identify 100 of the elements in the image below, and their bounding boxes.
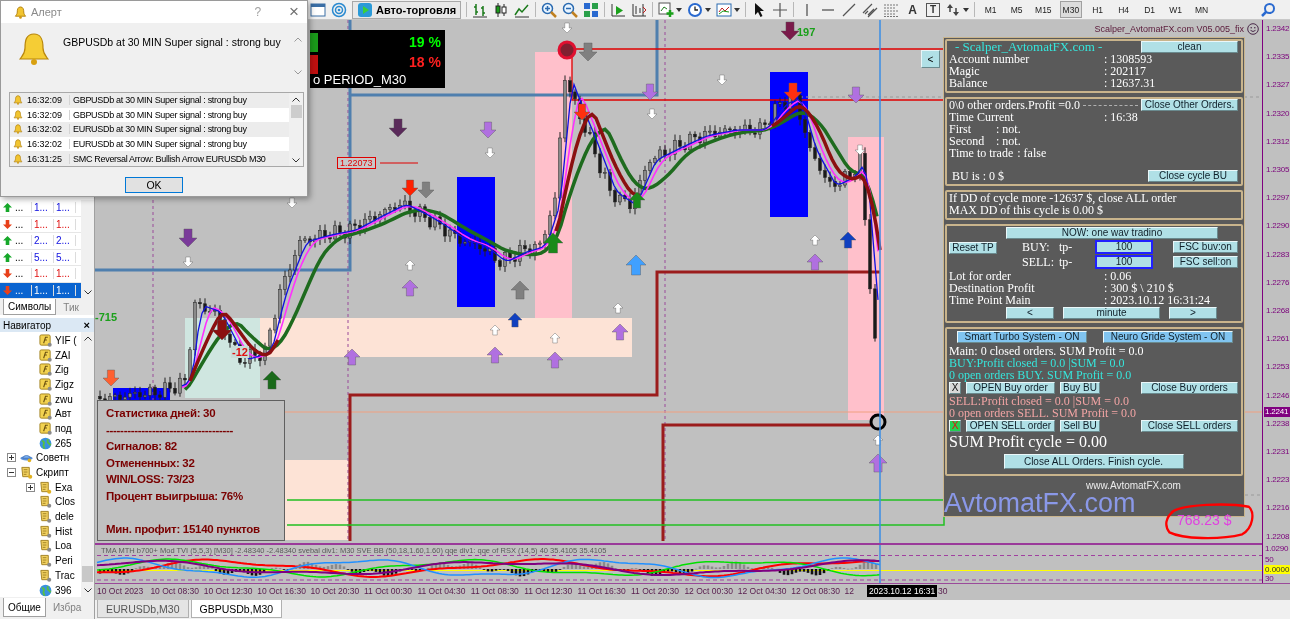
alert-row[interactable]: 16:32:09 GBPUSDb at 30 MIN Super signal : strong buy — [10, 93, 289, 108]
tree-item[interactable]: Trac — [55, 569, 75, 581]
close-orders-button[interactable]: Close SELL orders — [1141, 420, 1238, 432]
autoscroll-icon[interactable] — [610, 1, 627, 18]
tree-item[interactable]: 265 — [55, 437, 72, 449]
alert-row[interactable]: 16:32:02 EURUSDb at 30 MIN Super signal : strong buy — [10, 122, 289, 137]
input-field[interactable]: 100 — [1095, 255, 1153, 269]
text-tool-button[interactable]: A — [904, 1, 922, 18]
open-order-button[interactable]: OPEN SELL order — [966, 420, 1055, 432]
caret-icon[interactable] — [963, 7, 970, 12]
tree-item[interactable]: Loa — [55, 540, 72, 552]
tree-item[interactable]: ZAI — [55, 349, 71, 361]
auto-trading-button[interactable]: Авто-торговля — [352, 0, 462, 19]
timeframe-button[interactable]: W1 — [1165, 1, 1187, 18]
close-all-button[interactable]: Close ALL Orders. Finish cycle. — [1003, 454, 1184, 469]
chart-shift-icon[interactable] — [631, 1, 648, 18]
open-order-button[interactable]: OPEN Buy order — [966, 382, 1055, 394]
grid-icon[interactable] — [583, 1, 600, 18]
breakeven-button[interactable]: Buy BU — [1060, 382, 1100, 394]
alert-row[interactable]: 16:31:25 SMC Reversal Arrow: Bullish Arrow EURUSDb M30 — [10, 151, 289, 166]
tree-item[interactable]: Zigz — [55, 378, 74, 390]
minus-box-icon[interactable] — [7, 468, 16, 478]
caret-icon[interactable] — [676, 7, 683, 12]
tree-item[interactable]: Zig — [55, 364, 69, 376]
close-button[interactable]: × — [79, 319, 94, 331]
scrollbar[interactable] — [81, 332, 94, 597]
scrollbar-thumb[interactable] — [82, 566, 93, 582]
caret-icon[interactable] — [705, 7, 712, 12]
tree-item[interactable]: Hist — [55, 525, 73, 537]
step-button[interactable]: < — [1006, 307, 1054, 319]
close-cycle-button[interactable]: Close cycle BU — [1148, 170, 1238, 182]
tree-item[interactable]: под — [55, 422, 72, 434]
timeframe-button[interactable]: M5 — [1006, 1, 1028, 18]
add-chart-icon[interactable] — [658, 1, 675, 18]
breakeven-button[interactable]: Sell BU — [1060, 420, 1100, 432]
timeframe-button[interactable]: M1 — [980, 1, 1002, 18]
toggle-button[interactable]: X — [949, 382, 961, 394]
caret-icon[interactable] — [734, 7, 741, 12]
panel-tab[interactable]: Тик — [58, 299, 84, 315]
fibonacci-icon[interactable] — [883, 1, 900, 18]
panel-tab[interactable]: Избра — [47, 598, 87, 617]
timeframe-button[interactable]: H4 — [1113, 1, 1135, 18]
tree-item[interactable]: Скрипт — [36, 467, 69, 479]
close-other-orders-button[interactable]: Close Other Orders. — [1141, 99, 1238, 111]
clock-icon[interactable] — [687, 1, 704, 18]
ok-button[interactable]: OK — [125, 177, 183, 193]
timeframe-button[interactable]: M15 — [1032, 1, 1055, 18]
plus-box-icon[interactable] — [26, 482, 35, 492]
tree-item[interactable]: YIF ( — [55, 334, 77, 346]
mode-button[interactable]: NOW: one wav tradino — [1006, 227, 1218, 239]
window-icon[interactable] — [310, 1, 326, 18]
timeframe-button[interactable]: M30 — [1059, 1, 1083, 18]
market-watch-row[interactable]: ... 1... 1... — [0, 200, 81, 217]
system-button[interactable]: Smart Turbo System - ON — [957, 331, 1087, 343]
close-button[interactable]: × — [289, 2, 299, 22]
search-icon[interactable] — [1260, 1, 1276, 18]
chart-tab[interactable]: GBPUSDb,M30 — [190, 600, 283, 618]
candlestick-icon[interactable] — [493, 1, 510, 18]
panel-tab[interactable]: Общие — [3, 598, 46, 617]
label-tool-button[interactable]: T — [926, 2, 941, 17]
alert-row[interactable]: 16:32:09 GBPUSDb at 30 MIN Super signal : strong buy — [10, 107, 289, 123]
zoom-in-icon[interactable] — [541, 1, 558, 18]
zoom-out-icon[interactable] — [562, 1, 579, 18]
chevron-down-icon[interactable] — [83, 290, 92, 295]
panel-tab[interactable]: Символы — [3, 299, 57, 315]
bar-chart-icon[interactable] — [472, 1, 489, 18]
close-orders-button[interactable]: Close Buy orders — [1141, 382, 1238, 394]
collapse-button[interactable]: < — [921, 50, 940, 68]
tree-item[interactable]: Clos — [55, 496, 75, 508]
timeframe-button[interactable]: MN — [1191, 1, 1213, 18]
tree-item[interactable]: dele — [55, 511, 74, 523]
tree-item[interactable]: Exa — [55, 481, 73, 493]
scrollbar[interactable] — [289, 93, 303, 166]
chevron-up-icon[interactable] — [292, 97, 300, 102]
chevron-up-icon[interactable] — [83, 336, 92, 341]
clean-button[interactable]: clean — [1141, 41, 1238, 53]
fsc-button[interactable]: FSC sell:on — [1173, 256, 1238, 268]
chart-tab[interactable]: EURUSDb,M30 — [97, 600, 189, 618]
step-button[interactable]: > — [1169, 307, 1217, 319]
system-button[interactable]: Neuro Gride System - ON — [1103, 331, 1233, 343]
tree-item[interactable]: zwu — [55, 393, 73, 405]
scrollbar[interactable] — [81, 200, 94, 299]
chevron-down-icon[interactable] — [83, 588, 92, 593]
plus-box-icon[interactable] — [7, 453, 16, 463]
tree-item[interactable]: 396 — [55, 584, 72, 596]
input-field[interactable]: 100 — [1095, 240, 1153, 254]
trend-line-icon[interactable] — [841, 1, 858, 18]
tree-item[interactable]: Советн — [36, 452, 70, 464]
timeframe-button[interactable]: D1 — [1139, 1, 1161, 18]
fsc-button[interactable]: FSC buv:on — [1173, 241, 1238, 253]
reset-tp-button[interactable]: Reset TP — [949, 241, 997, 254]
template-icon[interactable] — [716, 1, 733, 18]
step-button[interactable]: minute — [1063, 307, 1160, 319]
tree-item[interactable]: Peri — [55, 555, 73, 567]
scrollbar-thumb[interactable] — [290, 105, 302, 118]
timeframe-button[interactable]: H1 — [1087, 1, 1109, 18]
tree-item[interactable]: Авт — [55, 408, 72, 420]
alert-row[interactable]: 16:32:02 EURUSDb at 30 MIN Super signal : strong buy — [10, 136, 289, 152]
antenna-icon[interactable] — [331, 1, 347, 18]
chevron-down-icon[interactable] — [292, 158, 300, 163]
